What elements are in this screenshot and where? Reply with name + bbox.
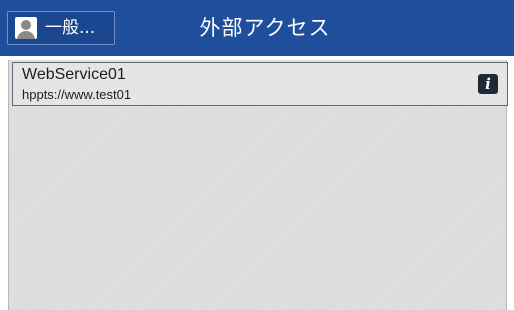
user-icon	[15, 17, 37, 39]
list-item-webservice01[interactable]: WebService01 hppts://www.test01 i	[12, 62, 508, 106]
user-button[interactable]: 一般...	[7, 11, 115, 45]
user-button-label: 一般...	[45, 18, 96, 38]
screen: 一般... 外部アクセス WebService01 hppts://www.te…	[0, 0, 514, 310]
user-icon-body	[17, 31, 35, 39]
service-name: WebService01	[22, 66, 126, 83]
header-bar: 一般... 外部アクセス	[0, 0, 514, 56]
info-icon[interactable]: i	[478, 74, 498, 94]
service-url: hppts://www.test01	[22, 87, 132, 102]
page-title: 外部アクセス	[199, 16, 331, 40]
user-icon-head	[21, 20, 31, 30]
